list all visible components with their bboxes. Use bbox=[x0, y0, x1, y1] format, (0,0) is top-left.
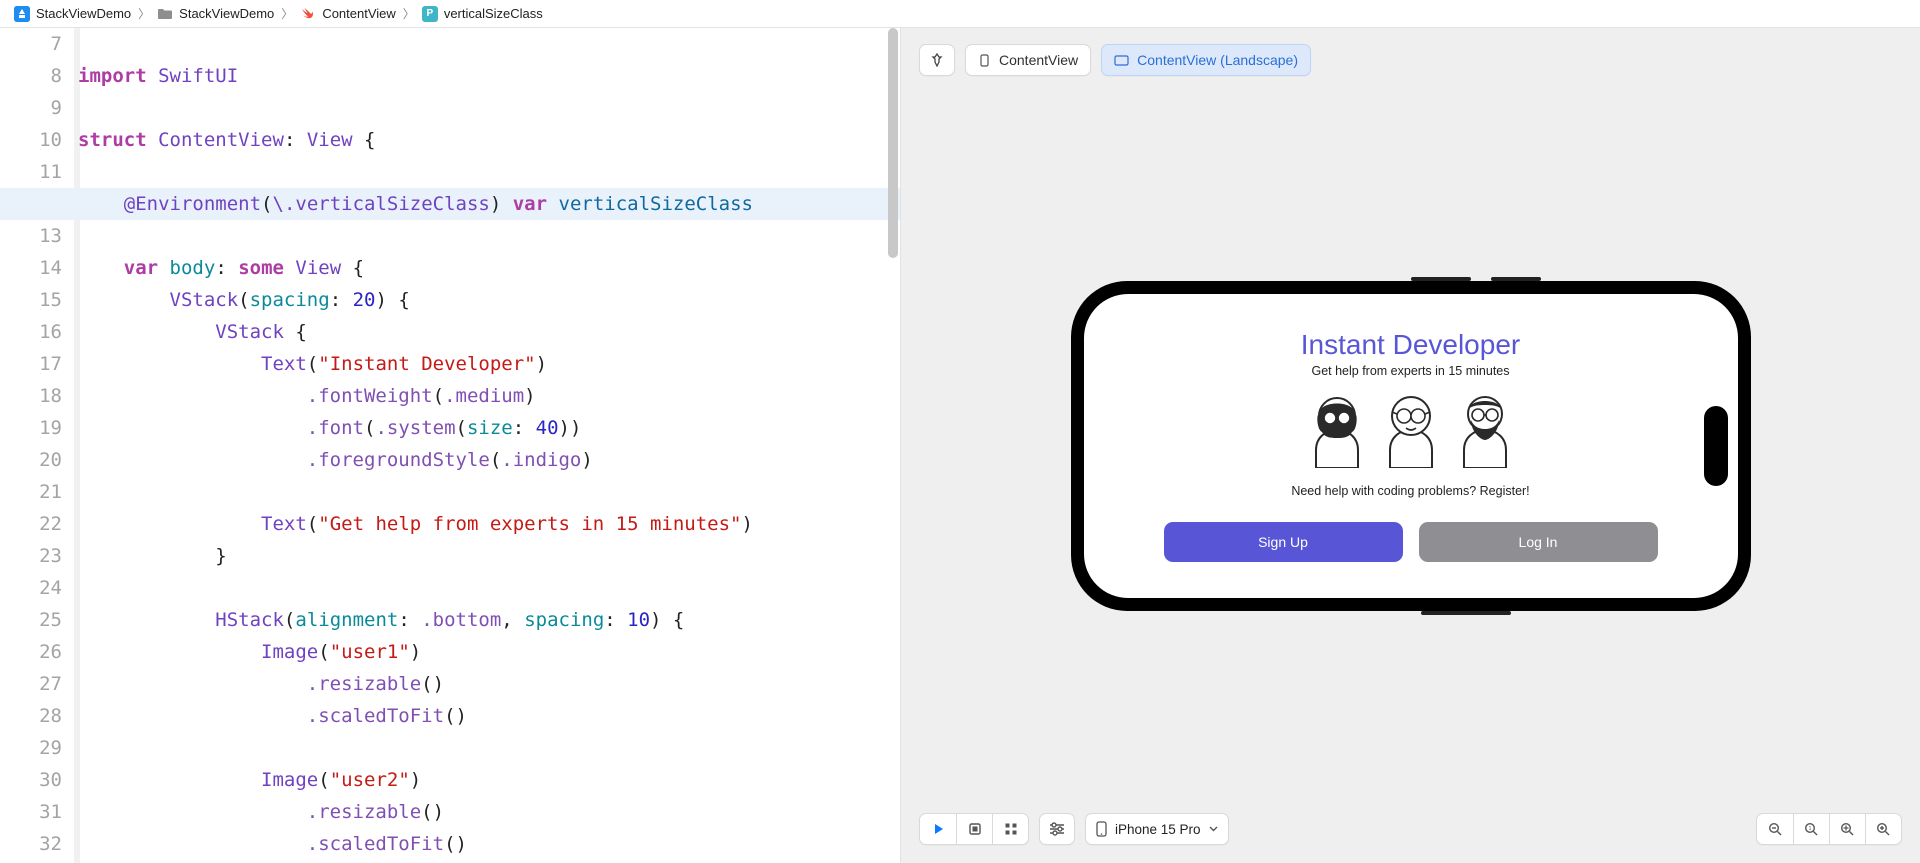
live-preview-button[interactable] bbox=[920, 814, 956, 844]
breadcrumb-label: verticalSizeClass bbox=[444, 6, 543, 21]
button-row: Sign Up Log In bbox=[1134, 522, 1688, 562]
zoom-controls: 1 bbox=[1756, 813, 1902, 845]
svg-text:1: 1 bbox=[1809, 826, 1812, 832]
cta-text: Need help with coding problems? Register… bbox=[1291, 484, 1529, 498]
selectable-preview-button[interactable] bbox=[956, 814, 992, 844]
preview-toolbar: ContentView ContentView (Landscape) bbox=[919, 44, 1311, 76]
code-area[interactable]: import SwiftUIstruct ContentView: View {… bbox=[78, 28, 900, 863]
breadcrumb-label: ContentView bbox=[322, 6, 395, 21]
device-frame: Instant Developer Get help from experts … bbox=[1071, 281, 1751, 611]
preview-bottom-bar: iPhone 15 Pro 1 bbox=[919, 813, 1902, 845]
property-icon: P bbox=[422, 6, 438, 22]
swift-icon bbox=[300, 6, 316, 22]
zoom-out-button[interactable] bbox=[1757, 814, 1793, 844]
app-icon bbox=[14, 6, 30, 22]
chevron-down-icon bbox=[1209, 826, 1218, 832]
device-icon bbox=[978, 54, 991, 67]
avatar-user1 bbox=[1306, 390, 1368, 468]
preview-tab-contentview[interactable]: ContentView bbox=[965, 44, 1091, 76]
log-in-button[interactable]: Log In bbox=[1419, 522, 1658, 562]
preview-tab-contentview-landscape[interactable]: ContentView (Landscape) bbox=[1101, 44, 1311, 76]
avatar-user3 bbox=[1454, 390, 1516, 468]
canvas-preview: ContentView ContentView (Landscape) Inst… bbox=[900, 28, 1920, 863]
variants-button[interactable] bbox=[992, 814, 1028, 844]
preview-tab-label: ContentView (Landscape) bbox=[1137, 52, 1298, 68]
line-gutter: 7891011121314151617181920212223242526272… bbox=[0, 28, 78, 863]
breadcrumb-item-file[interactable]: ContentView bbox=[296, 4, 399, 24]
device-picker[interactable]: iPhone 15 Pro bbox=[1085, 813, 1229, 845]
dynamic-island bbox=[1704, 406, 1728, 486]
avatar-user2 bbox=[1380, 390, 1442, 468]
breadcrumb: StackViewDemo 〉 StackViewDemo 〉 ContentV… bbox=[0, 0, 1920, 28]
breadcrumb-item-folder[interactable]: StackViewDemo bbox=[153, 4, 278, 24]
device-settings-button[interactable] bbox=[1039, 813, 1075, 845]
preview-mode-segmented bbox=[919, 813, 1029, 845]
device-landscape-icon bbox=[1114, 55, 1129, 66]
zoom-in-button[interactable] bbox=[1865, 814, 1901, 844]
breadcrumb-label: StackViewDemo bbox=[36, 6, 131, 21]
code-editor[interactable]: 7891011121314151617181920212223242526272… bbox=[0, 28, 900, 863]
zoom-actual-button[interactable] bbox=[1829, 814, 1865, 844]
chevron-right-icon: 〉 bbox=[138, 5, 150, 22]
sign-up-button[interactable]: Sign Up bbox=[1164, 522, 1403, 562]
breadcrumb-item-project[interactable]: StackViewDemo bbox=[10, 4, 135, 24]
app-subtitle: Get help from experts in 15 minutes bbox=[1311, 364, 1509, 378]
vertical-scrollbar[interactable] bbox=[886, 28, 900, 863]
preview-tab-label: ContentView bbox=[999, 52, 1078, 68]
device-button bbox=[1411, 277, 1471, 281]
zoom-fit-button[interactable]: 1 bbox=[1793, 814, 1829, 844]
chevron-right-icon: 〉 bbox=[281, 5, 293, 22]
app-title: Instant Developer bbox=[1301, 329, 1520, 361]
device-screen[interactable]: Instant Developer Get help from experts … bbox=[1084, 294, 1738, 598]
chevron-right-icon: 〉 bbox=[403, 5, 415, 22]
folder-icon bbox=[157, 6, 173, 22]
pin-button[interactable] bbox=[919, 44, 955, 76]
iphone-icon bbox=[1096, 821, 1107, 837]
avatar-row bbox=[1306, 390, 1516, 468]
device-button bbox=[1421, 611, 1511, 615]
breadcrumb-item-symbol[interactable]: P verticalSizeClass bbox=[418, 4, 547, 24]
device-button bbox=[1491, 277, 1541, 281]
breadcrumb-label: StackViewDemo bbox=[179, 6, 274, 21]
scrollbar-thumb[interactable] bbox=[888, 28, 898, 258]
device-label: iPhone 15 Pro bbox=[1115, 822, 1201, 837]
